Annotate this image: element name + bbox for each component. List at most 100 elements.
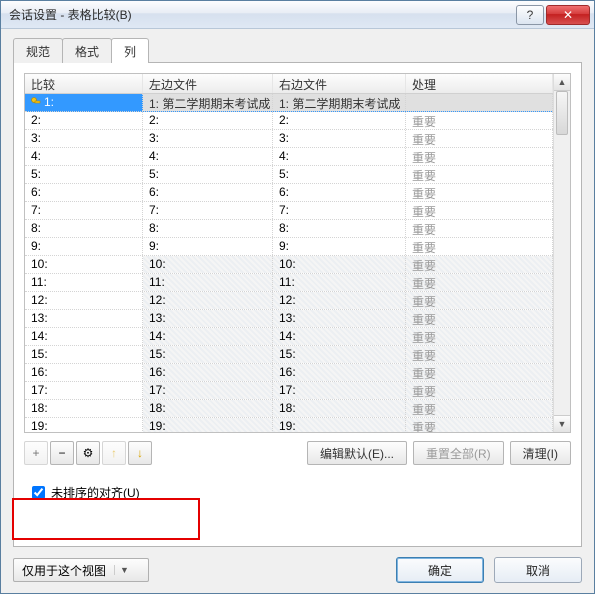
cell-proc: 重要 (406, 202, 553, 219)
table-row[interactable]: 7:7:7:重要 (25, 202, 553, 220)
cell-compare: 16: (25, 364, 143, 381)
clear-button[interactable]: 清理(I) (510, 441, 571, 465)
cell-compare: 13: (25, 310, 143, 327)
scroll-thumb[interactable] (556, 91, 568, 135)
reset-all-button[interactable]: 重置全部(R) (413, 441, 504, 465)
dialog-footer: 仅用于这个视图 ▼ 确定 取消 (13, 557, 582, 583)
cell-compare: 6: (25, 184, 143, 201)
cell-left: 1: 第二学期期末考试成 (143, 94, 273, 111)
tab-geshi[interactable]: 格式 (62, 38, 112, 63)
remove-button[interactable]: − (50, 441, 74, 465)
tab-panel-columns: 比较 左边文件 右边文件 处理 1:1: 第二学期期末考试成1: 第二学期期末考… (13, 62, 582, 547)
table-row[interactable]: 4:4:4:重要 (25, 148, 553, 166)
cell-right: 5: (273, 166, 406, 183)
move-down-button[interactable]: ↓ (128, 441, 152, 465)
table-row[interactable]: 18:18:18:重要 (25, 400, 553, 418)
cell-proc: 重要 (406, 364, 553, 381)
cell-right: 2: (273, 112, 406, 129)
table-row[interactable]: 16:16:16:重要 (25, 364, 553, 382)
header-right[interactable]: 右边文件 (273, 74, 406, 93)
tab-lie[interactable]: 列 (111, 38, 149, 63)
settings-button[interactable]: ⚙ (76, 441, 100, 465)
cell-right: 8: (273, 220, 406, 237)
unsorted-align-checkbox[interactable] (32, 486, 45, 499)
arrow-up-icon: ↑ (111, 446, 117, 460)
cell-compare: 15: (25, 346, 143, 363)
close-button[interactable]: ✕ (546, 5, 590, 25)
ok-button[interactable]: 确定 (396, 557, 484, 583)
titlebar[interactable]: 会话设置 - 表格比较(B) ? ✕ (1, 1, 594, 29)
table-row[interactable]: 5:5:5:重要 (25, 166, 553, 184)
scroll-track[interactable] (554, 135, 570, 415)
cell-right: 4: (273, 148, 406, 165)
table-row[interactable]: 12:12:12:重要 (25, 292, 553, 310)
table-row[interactable]: 1:1: 第二学期期末考试成1: 第二学期期末考试成 (25, 94, 553, 112)
header-proc[interactable]: 处理 (406, 74, 553, 93)
table-row[interactable]: 19:19:19:重要 (25, 418, 553, 432)
cell-compare: 14: (25, 328, 143, 345)
header-compare[interactable]: 比较 (25, 74, 143, 93)
cell-left: 14: (143, 328, 273, 345)
help-icon: ? (527, 8, 534, 22)
tab-bar: 规范 格式 列 (13, 37, 582, 63)
cell-left: 3: (143, 130, 273, 147)
cell-compare: 18: (25, 400, 143, 417)
cell-right: 13: (273, 310, 406, 327)
scroll-up-icon[interactable]: ▲ (554, 74, 570, 91)
table-row[interactable]: 17:17:17:重要 (25, 382, 553, 400)
table-row[interactable]: 8:8:8:重要 (25, 220, 553, 238)
grid-header: 比较 左边文件 右边文件 处理 (25, 74, 553, 94)
cell-proc: 重要 (406, 238, 553, 255)
close-icon: ✕ (563, 8, 573, 22)
cell-right: 10: (273, 256, 406, 273)
cell-proc: 重要 (406, 382, 553, 399)
move-up-button[interactable]: ↑ (102, 441, 126, 465)
cell-compare: 5: (25, 166, 143, 183)
cancel-button[interactable]: 取消 (494, 557, 582, 583)
add-button[interactable]: + (24, 441, 48, 465)
cell-left: 10: (143, 256, 273, 273)
minus-icon: − (58, 446, 65, 460)
unsorted-align-label[interactable]: 未排序的对齐(U) (51, 484, 140, 501)
vertical-scrollbar[interactable]: ▲ ▼ (553, 74, 570, 432)
cell-proc: 重要 (406, 166, 553, 183)
cell-left: 13: (143, 310, 273, 327)
cell-proc: 重要 (406, 274, 553, 291)
table-row[interactable]: 2:2:2:重要 (25, 112, 553, 130)
scroll-down-icon[interactable]: ▼ (554, 415, 570, 432)
cell-compare: 4: (25, 148, 143, 165)
edit-default-button[interactable]: 编辑默认(E)... (307, 441, 407, 465)
table-row[interactable]: 6:6:6:重要 (25, 184, 553, 202)
help-button[interactable]: ? (516, 5, 544, 25)
cell-left: 9: (143, 238, 273, 255)
cell-left: 4: (143, 148, 273, 165)
cell-proc: 重要 (406, 310, 553, 327)
cell-right: 15: (273, 346, 406, 363)
cell-proc: 重要 (406, 418, 553, 432)
cell-proc: 重要 (406, 184, 553, 201)
table-row[interactable]: 11:11:11:重要 (25, 274, 553, 292)
table-row[interactable]: 14:14:14:重要 (25, 328, 553, 346)
cell-left: 19: (143, 418, 273, 432)
scope-combo[interactable]: 仅用于这个视图 ▼ (13, 558, 149, 582)
cell-left: 5: (143, 166, 273, 183)
cell-right: 19: (273, 418, 406, 432)
table-row[interactable]: 15:15:15:重要 (25, 346, 553, 364)
table-row[interactable]: 10:10:10:重要 (25, 256, 553, 274)
table-row[interactable]: 3:3:3:重要 (25, 130, 553, 148)
cell-right: 6: (273, 184, 406, 201)
table-row[interactable]: 9:9:9:重要 (25, 238, 553, 256)
tab-guifan[interactable]: 规范 (13, 38, 63, 63)
cell-compare: 3: (25, 130, 143, 147)
scope-combo-value: 仅用于这个视图 (22, 562, 106, 579)
cell-right: 11: (273, 274, 406, 291)
cell-right: 3: (273, 130, 406, 147)
grid-body[interactable]: 1:1: 第二学期期末考试成1: 第二学期期末考试成2:2:2:重要3:3:3:… (25, 94, 553, 432)
cell-proc: 重要 (406, 148, 553, 165)
cell-left: 2: (143, 112, 273, 129)
cell-compare: 8: (25, 220, 143, 237)
cell-compare: 19: (25, 418, 143, 432)
cell-left: 6: (143, 184, 273, 201)
table-row[interactable]: 13:13:13:重要 (25, 310, 553, 328)
header-left[interactable]: 左边文件 (143, 74, 273, 93)
